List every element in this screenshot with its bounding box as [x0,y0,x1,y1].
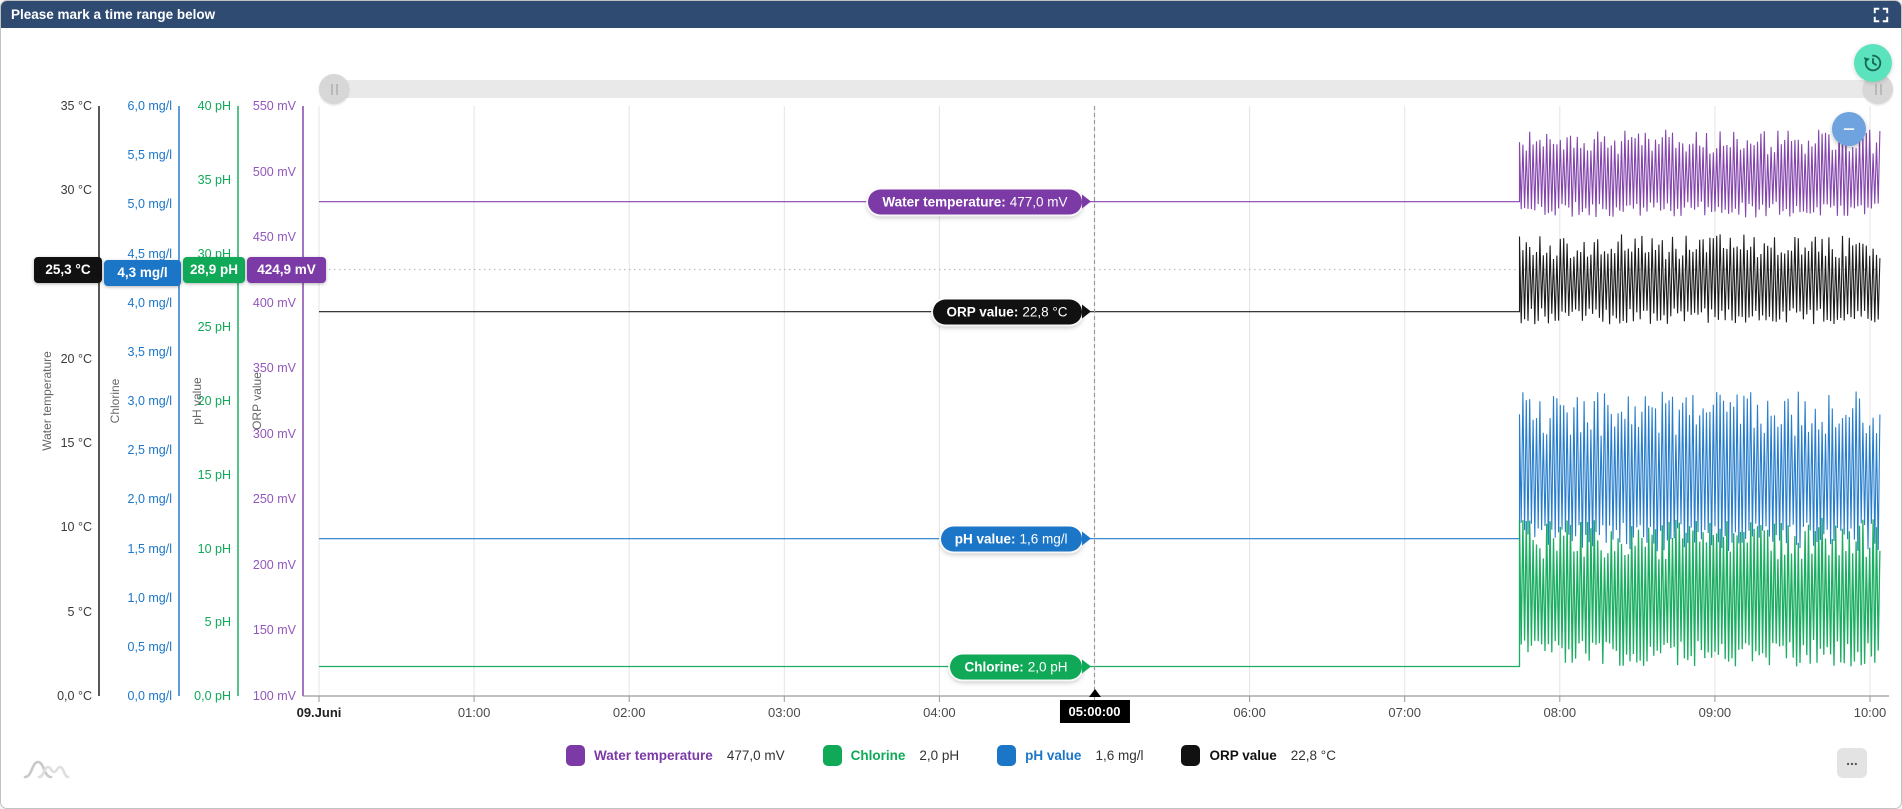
legend: Water temperature 477,0 mV Chlorine 2,0 … [1,745,1901,766]
time-range-slider[interactable] [319,80,1889,98]
slider-handle-left[interactable] [319,74,349,104]
legend-item-orp-value[interactable]: ORP value 22,8 °C [1181,745,1335,766]
legend-item-ph-value[interactable]: pH value 1,6 mg/l [997,745,1143,766]
grip-icon [336,84,338,95]
fullscreen-button[interactable] [1871,5,1891,25]
zoom-out-button[interactable]: − [1832,112,1866,146]
legend-value: 477,0 mV [727,748,785,763]
legend-swatch [823,745,842,766]
legend-label: Chlorine [851,748,906,763]
more-options-button[interactable]: ... [1837,748,1867,778]
legend-item-water-temperature[interactable]: Water temperature 477,0 mV [566,745,785,766]
legend-swatch [566,745,585,766]
ellipsis-icon: ... [1846,752,1858,768]
legend-label: pH value [1025,748,1081,763]
panel-title: Please mark a time range below [11,7,215,22]
grip-icon [1880,84,1882,95]
legend-value: 22,8 °C [1291,748,1336,763]
legend-item-chlorine[interactable]: Chlorine 2,0 pH [823,745,960,766]
series-line-water-temperature [319,130,1880,218]
history-icon [1862,52,1884,74]
plot-canvas[interactable] [1,1,1902,809]
legend-label: ORP value [1209,748,1276,763]
legend-value: 1,6 mg/l [1095,748,1143,763]
grip-icon [331,84,333,95]
legend-swatch [997,745,1016,766]
fullscreen-icon [1873,7,1889,23]
series-line-ph-value [319,392,1880,552]
series-line-orp-value [319,234,1880,324]
legend-value: 2,0 pH [919,748,959,763]
reset-zoom-history-button[interactable] [1854,44,1892,82]
series-line-chlorine [319,518,1880,667]
minus-icon: − [1843,119,1855,140]
area-chart-icon[interactable] [23,753,71,783]
legend-label: Water temperature [594,748,713,763]
grip-icon [1875,84,1877,95]
chart-panel: Please mark a time range below − 35 °C30… [0,0,1902,809]
legend-swatch [1181,745,1200,766]
panel-titlebar: Please mark a time range below [1,1,1901,28]
